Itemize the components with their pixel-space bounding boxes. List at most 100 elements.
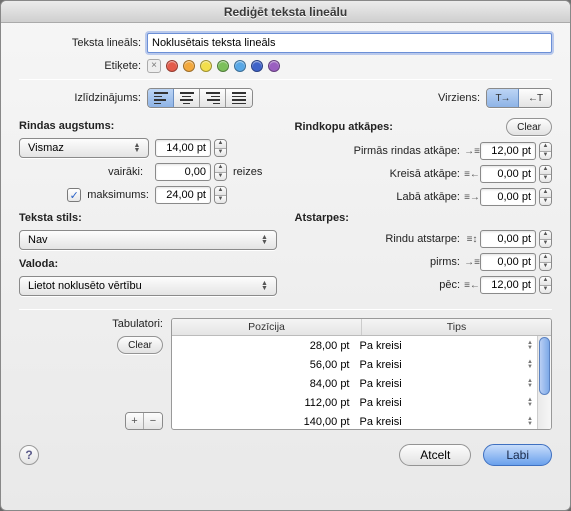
line-spacing-input[interactable] (480, 230, 536, 248)
tag-color-0[interactable] (166, 60, 178, 72)
align-justify-button[interactable] (226, 89, 252, 107)
alignment-segmented (147, 88, 253, 108)
text-style-value: Nav (28, 234, 48, 246)
col-type[interactable]: Tips (362, 319, 551, 335)
align-label: Izlīdzinājums: (19, 92, 147, 104)
text-style-combo[interactable]: Nav ▲▼ (19, 230, 277, 250)
etiquette-label: Etiķete: (19, 60, 147, 72)
line-spacing-stepper[interactable]: ▲▼ (539, 230, 552, 248)
tag-none-button[interactable]: × (147, 59, 161, 73)
max-checkbox[interactable]: ✓ (67, 188, 81, 202)
table-row[interactable]: 28,00 ptPa kreisi▲▼ (172, 336, 537, 355)
row-stepper-icon[interactable]: ▲▼ (527, 417, 533, 427)
align-center-button[interactable] (174, 89, 200, 107)
align-left-button[interactable] (148, 89, 174, 107)
space-after-input[interactable] (480, 276, 536, 294)
tag-color-1[interactable] (183, 60, 195, 72)
cell-type: Pa kreisi▲▼ (356, 378, 538, 390)
tag-color-6[interactable] (268, 60, 280, 72)
multiple-stepper[interactable]: ▲▼ (214, 163, 227, 181)
multiple-input[interactable] (155, 163, 211, 181)
right-indent-stepper[interactable]: ▲▼ (539, 188, 552, 206)
line-height-mode-combo[interactable]: Vismaz ▲▼ (19, 138, 149, 158)
text-style-title: Teksta stils: (19, 212, 277, 224)
scroll-thumb[interactable] (539, 337, 550, 395)
cell-position: 56,00 pt (172, 359, 356, 371)
help-button[interactable]: ? (19, 445, 39, 465)
language-combo[interactable]: Lietot noklusēto vērtību ▲▼ (19, 276, 277, 296)
cell-position: 112,00 pt (172, 397, 356, 409)
cancel-button[interactable]: Atcelt (399, 444, 471, 466)
col-position[interactable]: Pozīcija (172, 319, 362, 335)
cell-position: 28,00 pt (172, 340, 356, 352)
dialog-title: Rediģēt teksta lineālu (1, 1, 570, 23)
first-indent-input[interactable] (480, 142, 536, 160)
tabs-table: Pozīcija Tips 28,00 ptPa kreisi▲▼56,00 p… (171, 318, 552, 430)
spacing-title: Atstarpes: (295, 212, 553, 224)
table-row[interactable]: 140,00 ptPa kreisi▲▼ (172, 412, 537, 429)
row-stepper-icon[interactable]: ▲▼ (527, 360, 533, 370)
tag-color-5[interactable] (251, 60, 263, 72)
language-title: Valoda: (19, 258, 277, 270)
right-indent-icon: ≡→ (464, 190, 480, 204)
tabs-clear-button[interactable]: Clear (117, 336, 163, 354)
table-row[interactable]: 84,00 ptPa kreisi▲▼ (172, 374, 537, 393)
tab-add-button[interactable]: + (126, 413, 144, 429)
max-input[interactable] (155, 186, 211, 204)
row-stepper-icon[interactable]: ▲▼ (527, 398, 533, 408)
language-value: Lietot noklusēto vērtību (28, 280, 142, 292)
max-label: maksimums: (87, 189, 149, 201)
left-indent-label: Kreisā atkāpe: (390, 168, 460, 180)
times-label: reizes (233, 166, 277, 178)
row-stepper-icon[interactable]: ▲▼ (527, 379, 533, 389)
direction-label: Virziens: (438, 92, 486, 104)
table-row[interactable]: 112,00 ptPa kreisi▲▼ (172, 393, 537, 412)
line-spacing-icon: ≡↕ (464, 232, 480, 246)
ok-button[interactable]: Labi (483, 444, 552, 466)
right-indent-input[interactable] (480, 188, 536, 206)
name-label: Teksta lineāls: (19, 37, 147, 49)
direction-ltr-button[interactable]: T→ (487, 89, 519, 107)
align-right-button[interactable] (200, 89, 226, 107)
max-stepper[interactable]: ▲▼ (214, 186, 227, 204)
space-before-icon: →≡ (464, 255, 480, 269)
cell-type: Pa kreisi▲▼ (356, 340, 538, 352)
indents-title: Rindkopu atkāpes: (295, 121, 393, 133)
table-scrollbar[interactable] (537, 336, 551, 429)
space-before-input[interactable] (480, 253, 536, 271)
line-height-mode-value: Vismaz (28, 142, 64, 154)
dialog-window: Rediģēt teksta lineālu Teksta lineāls: E… (0, 0, 571, 511)
tab-remove-button[interactable]: − (144, 413, 162, 429)
left-indent-stepper[interactable]: ▲▼ (539, 165, 552, 183)
indents-clear-button[interactable]: Clear (506, 118, 552, 136)
line-height-input[interactable] (155, 139, 211, 157)
first-indent-stepper[interactable]: ▲▼ (539, 142, 552, 160)
direction-segmented: T→ ←T (486, 88, 552, 108)
direction-rtl-button[interactable]: ←T (519, 89, 551, 107)
multiple-label: vairāki: (19, 166, 149, 178)
row-stepper-icon[interactable]: ▲▼ (527, 341, 533, 351)
line-spacing-label: Rindu atstarpe: (385, 233, 460, 245)
space-after-stepper[interactable]: ▲▼ (539, 276, 552, 294)
first-indent-label: Pirmās rindas atkāpe: (354, 145, 460, 157)
cell-type: Pa kreisi▲▼ (356, 359, 538, 371)
cell-position: 84,00 pt (172, 378, 356, 390)
line-height-title: Rindas augstums: (19, 120, 277, 132)
tag-color-3[interactable] (217, 60, 229, 72)
space-after-label: pēc: (439, 279, 460, 291)
cell-type: Pa kreisi▲▼ (356, 416, 538, 428)
left-indent-input[interactable] (480, 165, 536, 183)
tag-row: × (147, 59, 280, 73)
ruler-name-input[interactable] (147, 33, 552, 53)
space-after-icon: ≡← (464, 278, 480, 292)
tabs-label: Tabulatori: (112, 318, 163, 330)
tag-color-4[interactable] (234, 60, 246, 72)
first-indent-icon: →≡ (464, 144, 480, 158)
right-indent-label: Labā atkāpe: (396, 191, 460, 203)
space-before-label: pirms: (430, 256, 460, 268)
space-before-stepper[interactable]: ▲▼ (539, 253, 552, 271)
tag-color-2[interactable] (200, 60, 212, 72)
table-row[interactable]: 56,00 ptPa kreisi▲▼ (172, 355, 537, 374)
left-indent-icon: ≡← (464, 167, 480, 181)
line-height-stepper[interactable]: ▲▼ (214, 139, 227, 157)
